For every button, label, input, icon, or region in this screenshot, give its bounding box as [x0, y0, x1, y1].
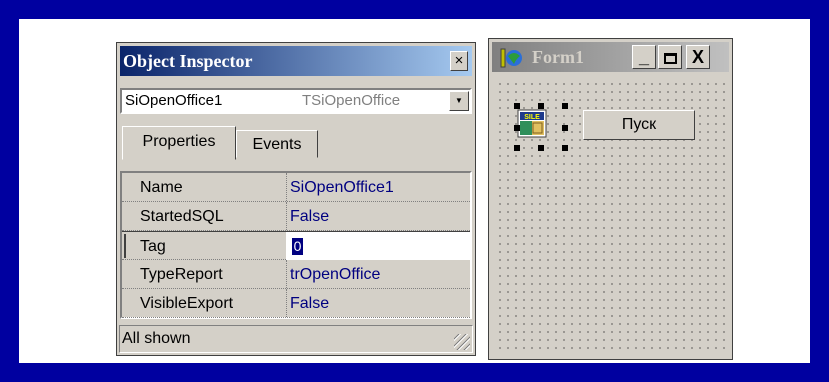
- selection-handle[interactable]: [538, 145, 544, 151]
- selection-handle[interactable]: [562, 125, 568, 131]
- property-name: VisibleExport: [140, 295, 234, 312]
- start-button[interactable]: Пуск: [583, 110, 695, 140]
- close-button[interactable]: X: [686, 45, 710, 69]
- delphi-form-icon: [500, 48, 522, 68]
- form-titlebar[interactable]: Form1 _ X: [492, 42, 729, 72]
- close-icon: X: [691, 47, 704, 67]
- selection-marker: [124, 234, 126, 258]
- maximize-button[interactable]: [658, 45, 682, 69]
- property-grid: Name SiOpenOffice1 StartedSQL False Tag …: [120, 171, 472, 319]
- component-type: TSiOpenOffice: [302, 92, 401, 109]
- property-name: TypeReport: [140, 266, 223, 283]
- column-separator: [286, 173, 288, 201]
- property-value[interactable]: SiOpenOffice1: [290, 173, 394, 202]
- component-name: SiOpenOffice1: [125, 92, 223, 109]
- property-value-input[interactable]: 0: [292, 238, 303, 255]
- svg-text:SILE: SILE: [524, 114, 540, 121]
- tab-properties[interactable]: Properties: [122, 126, 236, 160]
- dropdown-button[interactable]: ▼: [449, 91, 469, 111]
- property-row-typereport[interactable]: TypeReport trOpenOffice: [122, 260, 470, 289]
- tab-events[interactable]: Events: [236, 130, 318, 158]
- minimize-icon: _: [638, 47, 649, 67]
- maximize-icon: [663, 52, 677, 64]
- selection-handle[interactable]: [514, 125, 520, 131]
- status-bar: All shown: [119, 325, 473, 353]
- object-inspector-titlebar[interactable]: Object Inspector ×: [120, 46, 472, 76]
- object-inspector-window: Object Inspector × SiOpenOffice1 TSiOpen…: [116, 42, 476, 356]
- minimize-button[interactable]: _: [632, 45, 656, 69]
- component-selector[interactable]: SiOpenOffice1 TSiOpenOffice ▼: [120, 88, 472, 114]
- resize-grip-icon[interactable]: [454, 334, 470, 350]
- property-name: StartedSQL: [140, 208, 224, 225]
- property-value[interactable]: False: [290, 289, 329, 318]
- column-separator: [286, 260, 288, 288]
- start-button-label: Пуск: [621, 116, 657, 133]
- property-value[interactable]: trOpenOffice: [290, 260, 380, 289]
- property-value[interactable]: False: [290, 202, 329, 231]
- column-separator: [286, 289, 288, 317]
- selection-handle[interactable]: [514, 145, 520, 151]
- property-row-startedsql[interactable]: StartedSQL False: [122, 202, 470, 231]
- close-button[interactable]: ×: [450, 51, 468, 71]
- property-name: Name: [140, 179, 183, 196]
- property-row-name[interactable]: Name SiOpenOffice1: [122, 173, 470, 202]
- tab-properties-label: Properties: [142, 133, 216, 150]
- property-row-visibleexport[interactable]: VisibleExport False: [122, 289, 470, 318]
- tab-events-label: Events: [252, 136, 302, 153]
- chevron-down-icon: ▼: [455, 96, 463, 105]
- selection-handle[interactable]: [562, 103, 568, 109]
- selection-handle[interactable]: [538, 103, 544, 109]
- property-name: Tag: [140, 238, 166, 255]
- status-text: All shown: [122, 330, 191, 347]
- property-edit-box[interactable]: [286, 232, 470, 260]
- form-title: Form1: [532, 47, 584, 67]
- close-icon: ×: [454, 52, 464, 69]
- selection-handle[interactable]: [514, 103, 520, 109]
- siopenoffice-component-icon[interactable]: SILE: [511, 103, 553, 143]
- selection-handle[interactable]: [562, 145, 568, 151]
- column-separator: [286, 202, 288, 230]
- form-window: Form1 _ X SILE Пуск: [488, 38, 733, 360]
- object-inspector-title: Object Inspector: [123, 51, 253, 71]
- property-row-tag[interactable]: Tag 0: [122, 231, 470, 260]
